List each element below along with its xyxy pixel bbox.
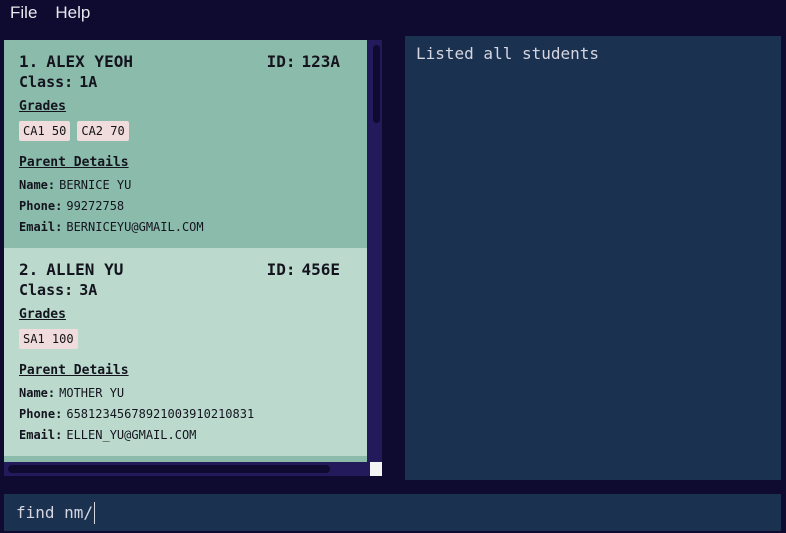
grades-title: Grades <box>19 99 66 114</box>
card-header: 2. ALLEN YU ID: 456E <box>19 260 352 280</box>
result-display: Listed all students <box>405 36 781 480</box>
email-label: Email: <box>19 427 63 442</box>
student-card[interactable]: 1. ALEX YEOH ID: 123A Class: 1A Grades C… <box>4 40 367 248</box>
vertical-scroll-thumb[interactable] <box>373 45 380 123</box>
menu-bar: File Help <box>0 0 786 26</box>
student-name: ALEX YEOH <box>46 52 133 71</box>
parent-name: MOTHER YU <box>59 385 125 400</box>
student-list-panel[interactable]: 1. ALEX YEOH ID: 123A Class: 1A Grades C… <box>4 40 382 476</box>
student-class-label: Class: <box>19 73 74 91</box>
grade-tag: CA2 70 <box>77 121 129 141</box>
grade-tags: SA1 100 <box>19 329 352 355</box>
horizontal-scrollbar[interactable] <box>4 462 370 476</box>
parent-name-row: Name: MOTHER YU <box>19 382 352 403</box>
parent-name-label: Name: <box>19 177 56 192</box>
parent-details-title: Parent Details <box>19 363 129 378</box>
command-input[interactable]: find nm/ <box>16 503 93 522</box>
student-class: 1A <box>79 73 98 91</box>
student-class-label: Class: <box>19 281 74 299</box>
parent-email: ELLEN_YU@GMAIL.COM <box>66 427 197 442</box>
student-id: 456E <box>301 260 340 279</box>
parent-phone: 99272758 <box>66 198 125 213</box>
horizontal-scroll-thumb[interactable] <box>8 465 330 473</box>
parent-details-title: Parent Details <box>19 155 129 170</box>
result-message: Listed all students <box>416 44 600 63</box>
card-header: 1. ALEX YEOH ID: 123A <box>19 52 352 72</box>
student-index: 2. <box>19 260 39 279</box>
text-caret <box>94 501 96 524</box>
student-card[interactable]: 2. ALLEN YU ID: 456E Class: 3A Grades SA… <box>4 248 367 456</box>
scrollbar-corner <box>370 462 382 476</box>
parent-phone-row: Phone: 658123456789210039102108​31 <box>19 403 352 424</box>
parent-email: BERNICEYU@GMAIL.COM <box>66 219 204 234</box>
student-class: 3A <box>79 281 98 299</box>
vertical-scrollbar[interactable] <box>370 40 382 462</box>
parent-name: BERNICE YU <box>59 177 132 192</box>
command-box[interactable]: find nm/ <box>4 494 781 531</box>
student-id-label: ID: <box>266 52 296 71</box>
student-id-label: ID: <box>266 260 296 279</box>
student-id: 123A <box>301 52 340 71</box>
parent-email-row: Email: BERNICEYU@GMAIL.COM <box>19 216 352 237</box>
student-name: ALLEN YU <box>46 260 124 279</box>
parent-email-row: Email: ELLEN_YU@GMAIL.COM <box>19 424 352 445</box>
email-label: Email: <box>19 219 63 234</box>
menu-file[interactable]: File <box>10 3 37 23</box>
parent-name-label: Name: <box>19 385 56 400</box>
grade-tags: CA1 50 CA2 70 <box>19 121 352 147</box>
parent-phone: 658123456789210039102108​31 <box>66 406 255 421</box>
grade-tag: CA1 50 <box>19 121 71 141</box>
menu-help[interactable]: Help <box>55 3 90 23</box>
parent-name-row: Name: BERNICE YU <box>19 174 352 195</box>
grade-tag: SA1 100 <box>19 329 78 349</box>
phone-label: Phone: <box>19 198 63 213</box>
student-index: 1. <box>19 52 39 71</box>
phone-label: Phone: <box>19 406 63 421</box>
grades-title: Grades <box>19 307 66 322</box>
parent-phone-row: Phone: 99272758 <box>19 195 352 216</box>
